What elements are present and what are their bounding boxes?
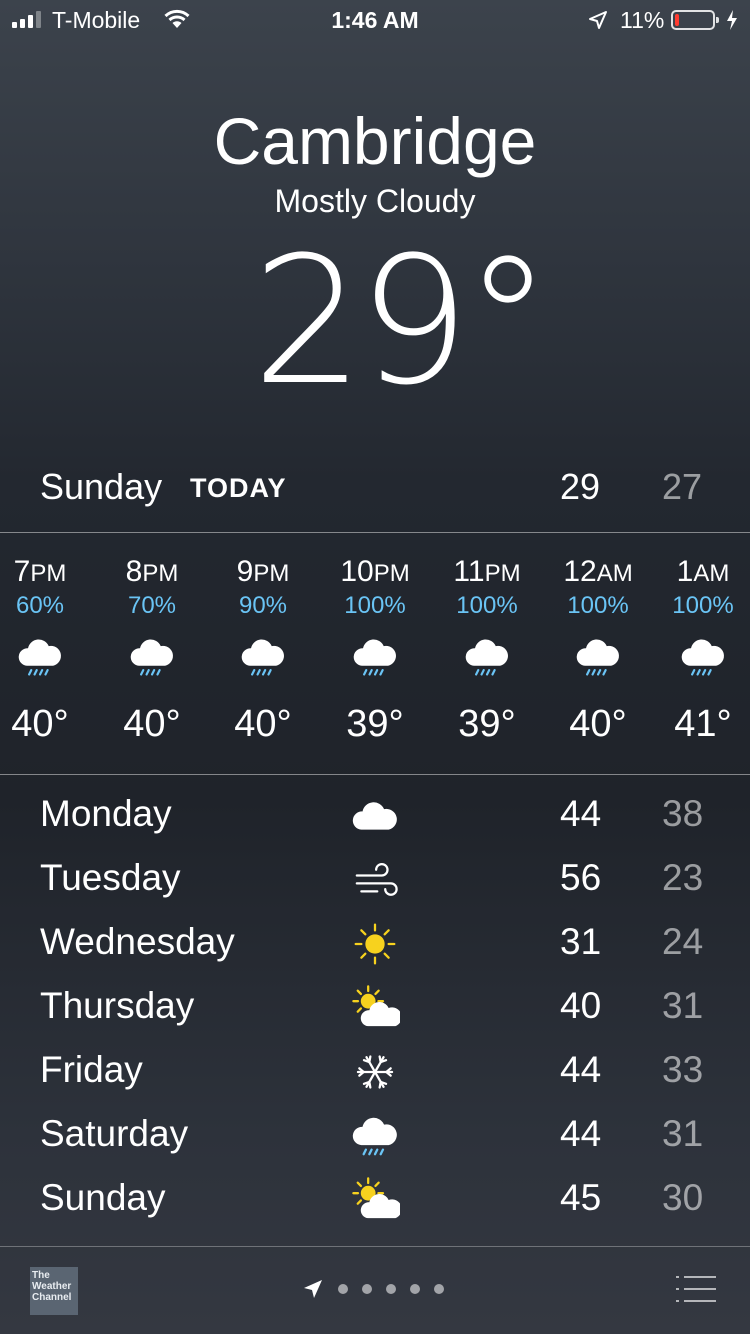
daily-high: 40 bbox=[560, 985, 602, 1026]
charging-bolt-icon bbox=[727, 10, 737, 30]
hourly-temperature: 40° bbox=[123, 703, 181, 745]
hourly-precip-chance: 100% bbox=[344, 592, 406, 619]
rain-cloud-icon bbox=[128, 633, 176, 681]
daily-day-name: Saturday bbox=[40, 1113, 189, 1154]
battery-level-fill bbox=[675, 14, 679, 26]
hourly-temperature: 40° bbox=[234, 703, 292, 745]
current-temperature: 29° bbox=[0, 234, 750, 410]
daily-high: 44 bbox=[560, 793, 602, 834]
sun-icon bbox=[350, 919, 400, 969]
page-indicator[interactable] bbox=[302, 1278, 444, 1300]
current-condition: Mostly Cloudy bbox=[274, 183, 476, 219]
hourly-forecast[interactable]: 7PM 60% 40° 8PM 70% 40° 9PM 90% 40° 10PM 100% 39° 11… bbox=[0, 533, 750, 774]
weather-channel-logo-text: The Weather Channel bbox=[32, 1270, 72, 1303]
current-temperature-value: 29° bbox=[252, 219, 552, 424]
daily-day-name: Friday bbox=[40, 1049, 143, 1090]
hourly-precip-chance: 70% bbox=[127, 592, 177, 619]
hourly-precip-chance: 90% bbox=[238, 592, 288, 619]
daily-row-thursday: Thursday 40 31 bbox=[0, 975, 750, 1039]
city-list-icon[interactable] bbox=[674, 1274, 718, 1304]
page-dot[interactable] bbox=[362, 1284, 372, 1294]
battery-icon bbox=[671, 10, 719, 30]
daily-row-monday: Monday 44 38 bbox=[0, 783, 750, 847]
rain-cloud-icon bbox=[239, 633, 287, 681]
today-low: 27 bbox=[662, 466, 703, 507]
daily-low: 30 bbox=[662, 1177, 704, 1218]
wind-icon bbox=[350, 855, 400, 905]
rain-cloud-icon bbox=[16, 633, 64, 681]
hourly-time: 12AM bbox=[563, 555, 633, 588]
hourly-temperature: 40° bbox=[569, 703, 627, 745]
rain-cloud-icon bbox=[463, 633, 511, 681]
rain-cloud-icon bbox=[679, 633, 727, 681]
cloud-icon bbox=[350, 791, 400, 841]
bottom-toolbar: The Weather Channel bbox=[0, 1246, 750, 1334]
divider bbox=[0, 774, 750, 775]
daily-low: 33 bbox=[662, 1049, 704, 1090]
today-high: 29 bbox=[560, 466, 601, 507]
status-bar: T-Mobile 1:46 AM 11% bbox=[0, 0, 750, 40]
daily-low: 31 bbox=[662, 1113, 704, 1154]
hourly-precip-chance: 100% bbox=[567, 592, 629, 619]
hourly-precip-chance: 100% bbox=[456, 592, 518, 619]
daily-low: 38 bbox=[662, 793, 704, 834]
daily-day-name: Monday bbox=[40, 793, 172, 834]
hourly-temperature: 39° bbox=[346, 703, 404, 745]
snowflake-icon bbox=[350, 1047, 400, 1097]
daily-day-name: Wednesday bbox=[40, 921, 235, 962]
location-services-icon bbox=[589, 11, 607, 29]
daily-low: 24 bbox=[662, 921, 704, 962]
daily-low: 23 bbox=[662, 857, 704, 898]
hourly-precip-chance: 100% bbox=[672, 592, 734, 619]
today-label: TODAY bbox=[190, 473, 287, 503]
daily-row-saturday: Saturday 44 31 bbox=[0, 1103, 750, 1167]
weather-channel-logo[interactable]: The Weather Channel bbox=[30, 1267, 78, 1315]
hourly-precip-chance: 60% bbox=[15, 592, 65, 619]
daily-row-friday: Friday 44 33 bbox=[0, 1039, 750, 1103]
daily-high: 56 bbox=[560, 857, 602, 898]
page-dot[interactable] bbox=[386, 1284, 396, 1294]
city-name: Cambridge bbox=[213, 104, 537, 178]
page-dot[interactable] bbox=[434, 1284, 444, 1294]
daily-high: 44 bbox=[560, 1049, 602, 1090]
hourly-temperature: 41° bbox=[674, 703, 732, 745]
hourly-temperature: 39° bbox=[458, 703, 516, 745]
daily-day-name: Thursday bbox=[40, 985, 195, 1026]
page-dot[interactable] bbox=[338, 1284, 348, 1294]
hourly-temperature: 40° bbox=[11, 703, 69, 745]
rain-cloud-icon bbox=[574, 633, 622, 681]
rain-cloud-icon bbox=[351, 633, 399, 681]
hourly-time: 11PM bbox=[453, 555, 521, 588]
hourly-time: 8PM bbox=[125, 555, 179, 588]
daily-row-wednesday: Wednesday 31 24 bbox=[0, 911, 750, 975]
hourly-time: 1AM bbox=[676, 555, 730, 588]
partly-sunny-icon bbox=[350, 1175, 402, 1225]
daily-high: 31 bbox=[560, 921, 602, 962]
battery-percent: 11% bbox=[620, 7, 665, 33]
today-day-name: Sunday bbox=[40, 466, 163, 507]
page-dot[interactable] bbox=[410, 1284, 420, 1294]
current-location-page-icon bbox=[304, 1280, 322, 1298]
daily-row-sunday: Sunday 45 30 bbox=[0, 1167, 750, 1231]
hourly-time: 10PM bbox=[340, 555, 410, 588]
rain-cloud-icon bbox=[350, 1111, 400, 1161]
today-summary-row: Sunday TODAY 29 27 bbox=[0, 460, 750, 516]
partly-sunny-icon bbox=[350, 983, 402, 1033]
daily-day-name: Sunday bbox=[40, 1177, 166, 1218]
hourly-time: 9PM bbox=[236, 555, 290, 588]
daily-low: 31 bbox=[662, 985, 704, 1026]
daily-day-name: Tuesday bbox=[40, 857, 181, 898]
daily-high: 44 bbox=[560, 1113, 602, 1154]
daily-row-tuesday: Tuesday 56 23 bbox=[0, 847, 750, 911]
daily-high: 45 bbox=[560, 1177, 602, 1218]
hourly-time: 7PM bbox=[13, 555, 67, 588]
